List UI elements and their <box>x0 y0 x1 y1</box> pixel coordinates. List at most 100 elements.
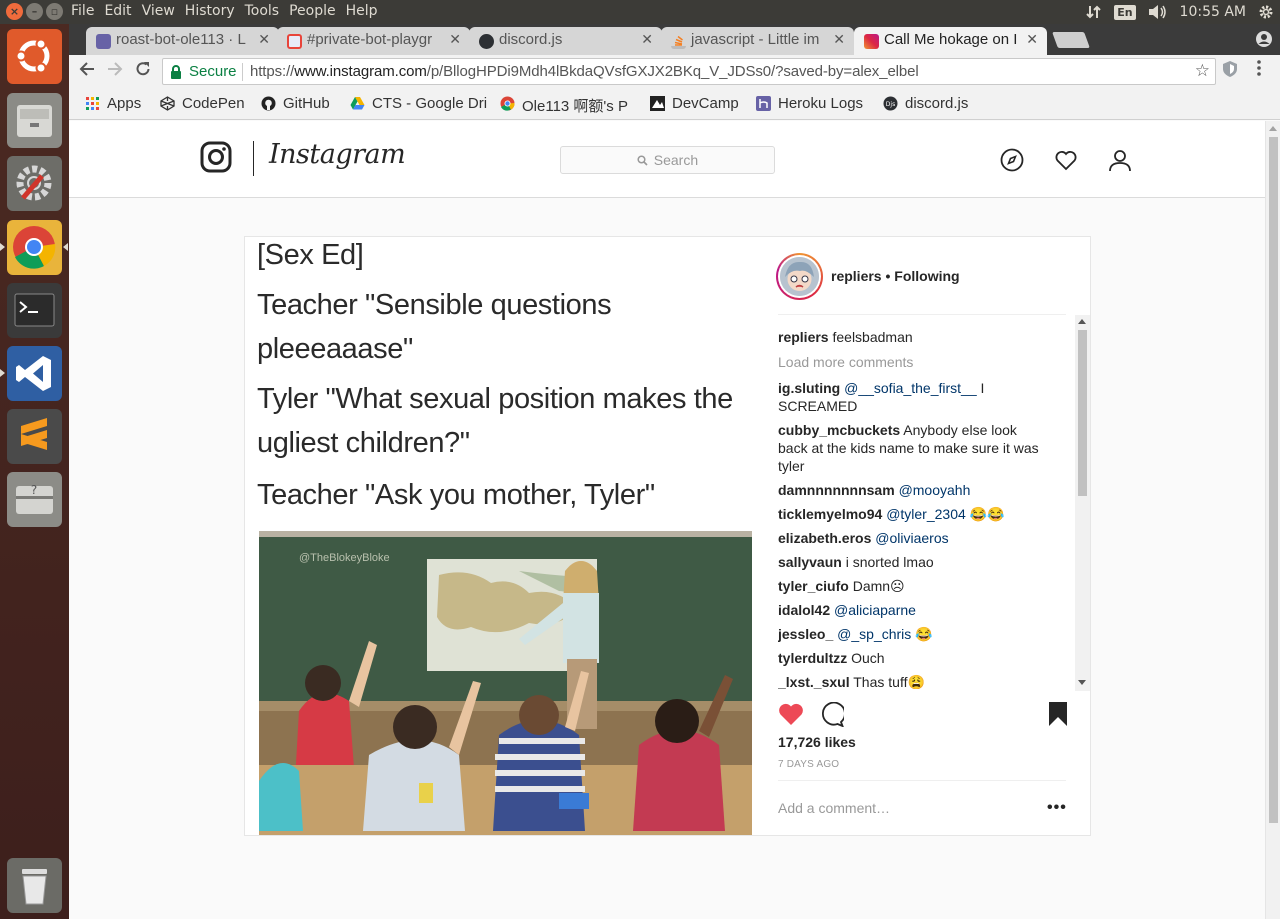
menu-tools[interactable]: Tools <box>244 3 287 19</box>
comment-mention[interactable]: @aliciaparne <box>834 602 916 618</box>
explore-compass-icon[interactable] <box>1000 148 1024 176</box>
bookmark-star-icon[interactable]: ☆ <box>1195 61 1210 81</box>
unknown-app-icon[interactable]: ? <box>7 472 62 527</box>
scroll-up-arrow-icon[interactable] <box>1078 319 1086 324</box>
reload-icon[interactable] <box>135 61 151 82</box>
tab-roast-bot[interactable]: roast-bot-ole113 · L ✕ <box>86 27 279 55</box>
tab-close-icon[interactable]: ✕ <box>833 31 845 48</box>
settings-gear-icon[interactable] <box>1258 4 1274 20</box>
comment-mention[interactable]: @__sofia_the_first__ <box>844 380 977 396</box>
window-maximize-button[interactable]: ▫ <box>46 3 63 20</box>
tab-private-bot-playground[interactable]: #private-bot-playgr ✕ <box>277 27 470 55</box>
tab-discordjs[interactable]: discord.js ✕ <box>469 27 662 55</box>
tab-close-icon[interactable]: ✕ <box>641 31 653 48</box>
window-close-button[interactable]: × <box>6 3 23 20</box>
sublime-text-icon[interactable] <box>7 409 62 464</box>
comment-username[interactable]: jessleo_ <box>778 626 833 642</box>
instagram-camera-icon[interactable] <box>200 141 232 177</box>
avatar[interactable] <box>776 253 823 300</box>
keyboard-layout-indicator[interactable]: En <box>1114 4 1136 20</box>
bookmark-github[interactable]: GitHub <box>261 95 330 112</box>
lock-icon[interactable] <box>170 65 182 83</box>
post-timestamp[interactable]: 7 DAYS AGO <box>778 759 839 770</box>
trash-icon[interactable] <box>7 858 62 913</box>
back-arrow-icon[interactable] <box>79 61 95 82</box>
add-comment-input[interactable]: Add a comment… <box>778 800 890 816</box>
search-input[interactable]: Search <box>560 146 775 174</box>
instagram-wordmark[interactable]: Instagram <box>269 139 406 170</box>
forward-arrow-icon[interactable] <box>107 61 123 82</box>
tab-close-icon[interactable]: ✕ <box>1026 31 1038 48</box>
activity-heart-icon[interactable] <box>1054 148 1078 176</box>
menu-help[interactable]: Help <box>345 3 385 19</box>
comment-username[interactable]: sallyvaun <box>778 554 842 570</box>
comment-username[interactable]: ticklemyelmo94 <box>778 506 882 522</box>
ubuntu-dash-icon[interactable] <box>7 29 62 84</box>
page-scroll-thumb[interactable] <box>1269 137 1278 823</box>
comment-username[interactable]: tylerdultzz <box>778 650 847 666</box>
comment-mention[interactable]: @_sp_chris <box>837 626 911 642</box>
url-text[interactable]: https://www.instagram.com/p/BllogHPDi9Md… <box>250 63 919 80</box>
likes-count[interactable]: 17,726 likes <box>778 734 856 750</box>
bookmark-google-drive[interactable]: CTS - Google Dri <box>350 95 487 112</box>
following-button[interactable]: Following <box>894 268 959 284</box>
comment-mention[interactable]: @tyler_2304 <box>886 506 966 522</box>
vscode-icon[interactable] <box>7 346 62 401</box>
comment-username[interactable]: elizabeth.eros <box>778 530 871 546</box>
menu-edit[interactable]: Edit <box>103 3 138 19</box>
profile-user-icon[interactable] <box>1108 148 1132 176</box>
clock[interactable]: 10:55 AM <box>1180 4 1246 20</box>
search-placeholder: Search <box>653 152 699 168</box>
caption-username[interactable]: repliers <box>778 329 829 345</box>
volume-icon[interactable] <box>1148 4 1168 20</box>
menu-people[interactable]: People <box>288 3 343 19</box>
comment-mention[interactable]: @oliviaeros <box>875 530 948 546</box>
scroll-down-arrow-icon[interactable] <box>1078 680 1086 685</box>
post-image[interactable]: [Sex Ed] Teacher "Sensible questions ple… <box>245 237 754 835</box>
tab-stackoverflow[interactable]: javascript - Little im ✕ <box>661 27 854 55</box>
load-more-comments-link[interactable]: Load more comments <box>778 353 1050 371</box>
address-bar[interactable]: Secure https://www.instagram.com/p/Bllog… <box>162 58 1216 85</box>
comment-username[interactable]: damnnnnnnnsam <box>778 482 895 498</box>
page-scroll-up-icon[interactable] <box>1269 126 1277 131</box>
tab-close-icon[interactable]: ✕ <box>449 31 461 48</box>
profile-icon[interactable] <box>1254 29 1274 53</box>
new-tab-button[interactable] <box>1052 32 1090 48</box>
terminal-icon[interactable] <box>7 283 62 338</box>
comment-mention[interactable]: @mooyahh <box>899 482 971 498</box>
extension-shield-icon[interactable] <box>1222 60 1238 83</box>
chrome-launcher-icon[interactable] <box>7 220 62 275</box>
bookmark-ole113[interactable]: Ole113 啊额's P <box>500 95 628 116</box>
chrome-menu-icon[interactable] <box>1256 59 1262 82</box>
network-icon[interactable] <box>1086 4 1102 20</box>
bookmark-apps[interactable]: Apps <box>86 95 141 112</box>
comment-username[interactable]: tyler_ciufo <box>778 578 849 594</box>
menu-file[interactable]: File <box>70 3 101 19</box>
bookmark-discordjs[interactable]: Djs discord.js <box>883 95 969 112</box>
comment-bubble-icon[interactable] <box>818 701 846 730</box>
bookmark-label: discord.js <box>905 95 969 112</box>
svg-text:Djs: Djs <box>886 101 895 108</box>
like-heart-icon[interactable] <box>778 702 804 729</box>
bookmark-codepen[interactable]: CodePen <box>160 95 245 112</box>
header-divider <box>253 141 254 176</box>
system-settings-icon[interactable] <box>7 156 62 211</box>
page-scrollbar[interactable] <box>1265 121 1280 919</box>
menu-view[interactable]: View <box>141 3 182 19</box>
save-bookmark-icon[interactable] <box>1048 701 1068 730</box>
tab-close-icon[interactable]: ✕ <box>258 31 270 48</box>
more-options-icon[interactable]: ••• <box>1047 799 1067 817</box>
comments-scrollbar[interactable] <box>1075 315 1090 691</box>
window-minimize-button[interactable]: – <box>26 3 43 20</box>
files-icon[interactable] <box>7 93 62 148</box>
comments-scroll-thumb[interactable] <box>1078 330 1087 496</box>
comment-username[interactable]: idalol42 <box>778 602 830 618</box>
bookmark-heroku-logs[interactable]: Heroku Logs <box>756 95 863 112</box>
menu-history[interactable]: History <box>184 3 242 19</box>
tab-instagram-active[interactable]: Call Me hokage on I ✕ <box>854 27 1047 55</box>
bookmark-devcamp[interactable]: DevCamp <box>650 95 739 112</box>
comment-username[interactable]: _lxst._sxul <box>778 674 850 689</box>
comment-username[interactable]: cubby_mcbuckets <box>778 422 900 438</box>
owner-username[interactable]: repliers <box>831 268 882 284</box>
comment-username[interactable]: ig.sluting <box>778 380 840 396</box>
